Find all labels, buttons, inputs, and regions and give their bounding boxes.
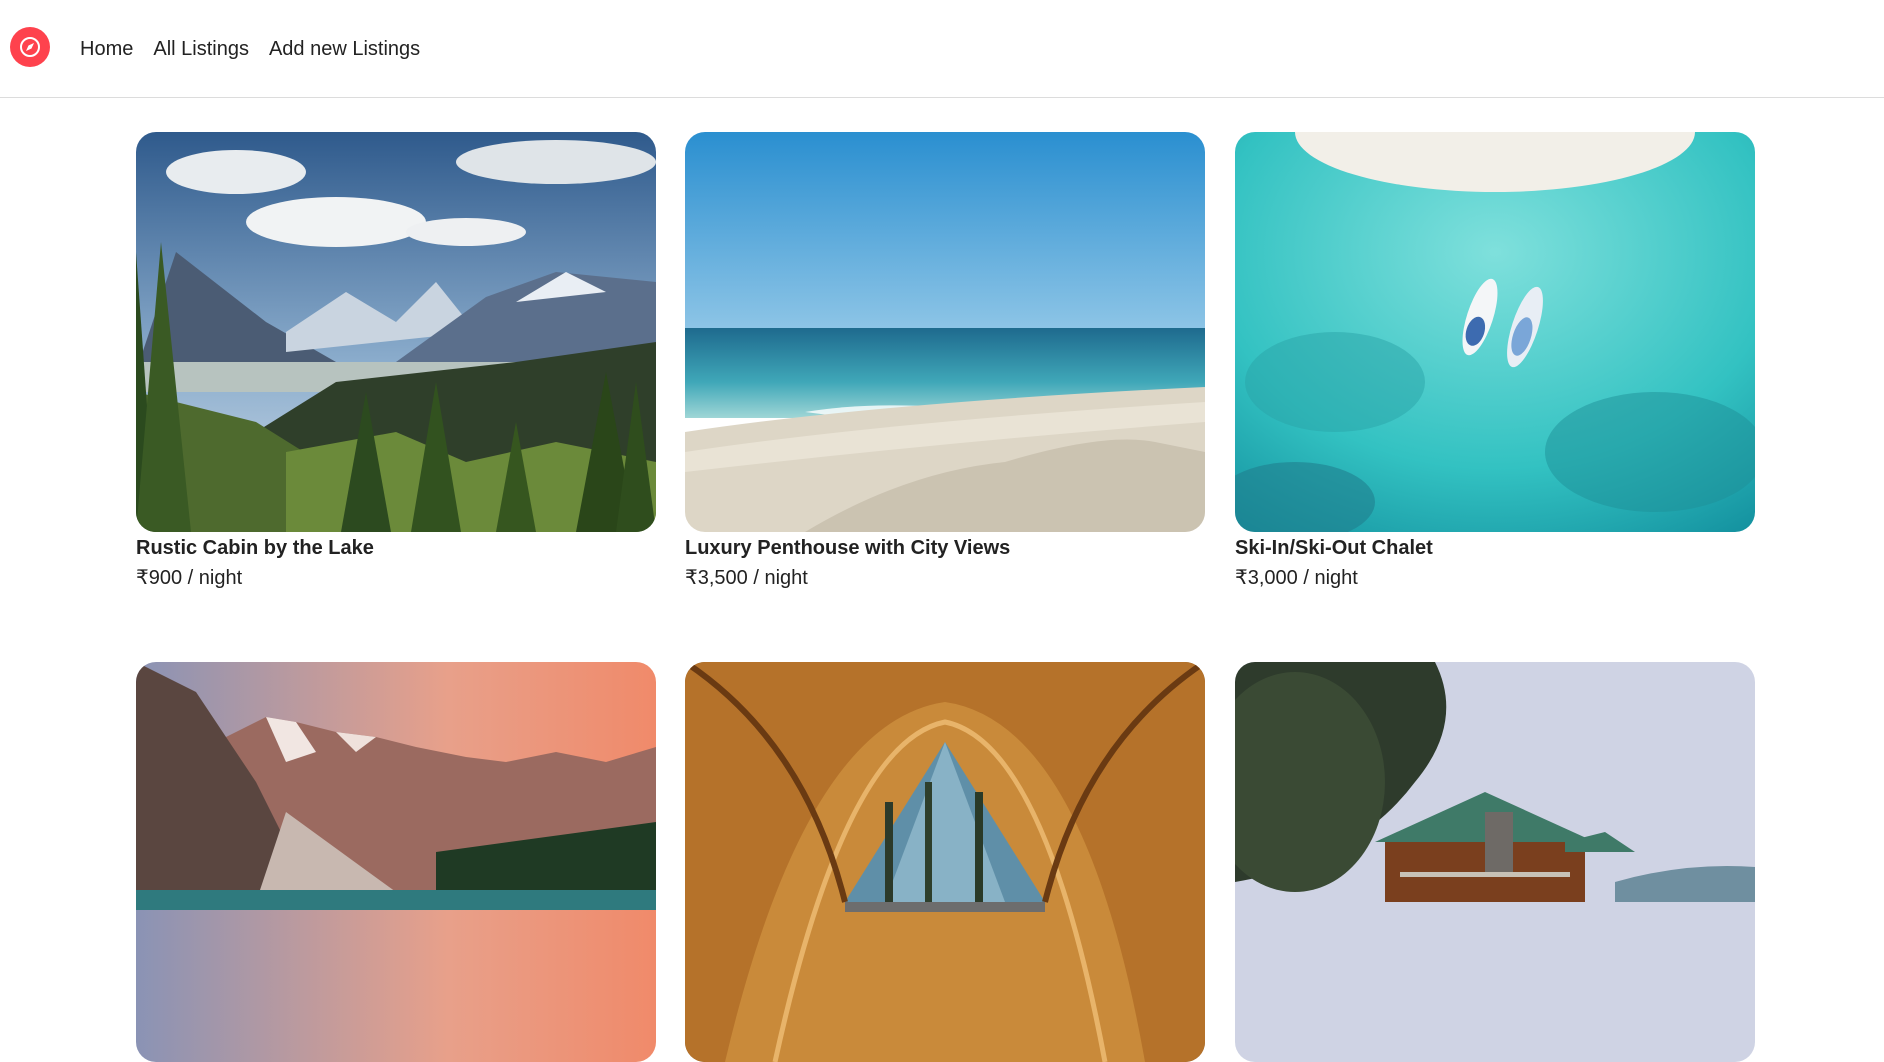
- listing-image[interactable]: [136, 662, 656, 1062]
- listing-price: ₹3,000 / night: [1235, 567, 1358, 589]
- nav-link-all-listings[interactable]: All Listings: [153, 37, 249, 61]
- compass-icon[interactable]: [10, 27, 50, 67]
- listing-price: ₹900 / night: [136, 567, 243, 589]
- listing-image[interactable]: [685, 662, 1205, 1062]
- listing-price: ₹3,500 / night: [685, 567, 808, 589]
- listing-title[interactable]: Luxury Penthouse with City Views: [685, 536, 1010, 560]
- listing-image[interactable]: [685, 132, 1205, 532]
- listing-title[interactable]: Ski-In/Ski-Out Chalet: [1235, 536, 1433, 560]
- nav-link-home[interactable]: Home: [80, 37, 133, 61]
- nav-links: Home All Listings Add new Listings: [80, 37, 440, 61]
- listing-title[interactable]: Rustic Cabin by the Lake: [136, 536, 374, 560]
- listing-image[interactable]: [136, 132, 656, 532]
- nav-link-add-new-listing[interactable]: Add new Listings: [269, 37, 420, 61]
- listing-image[interactable]: [1235, 132, 1755, 532]
- listing-image[interactable]: [1235, 662, 1755, 1062]
- navbar: Home All Listings Add new Listings: [0, 0, 1884, 98]
